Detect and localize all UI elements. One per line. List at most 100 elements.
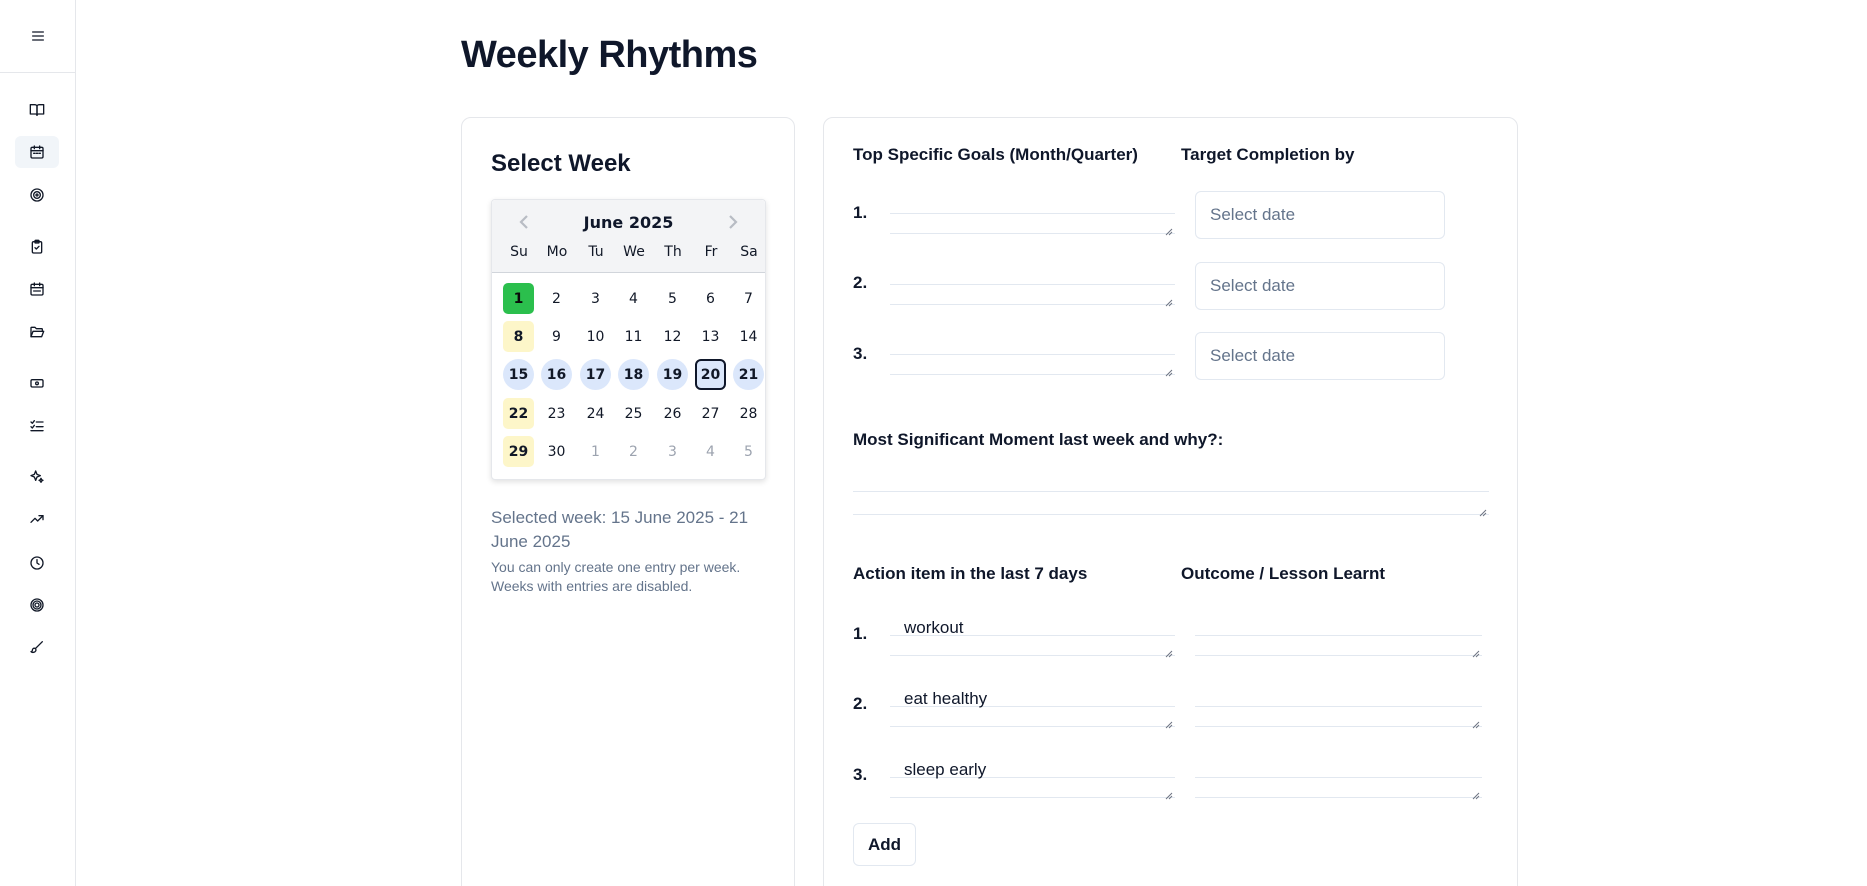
weekly-form-card: Top Specific Goals (Month/Quarter) Targe… xyxy=(823,117,1518,886)
outcome-textarea[interactable] xyxy=(1195,756,1482,800)
resize-grip-icon[interactable] xyxy=(1165,645,1173,658)
resize-grip-icon[interactable] xyxy=(1472,787,1480,800)
goal-textarea[interactable] xyxy=(890,263,1175,307)
sidebar-item-weekly-rhythms[interactable] xyxy=(15,136,59,168)
resize-grip-icon[interactable] xyxy=(1165,716,1173,729)
week-entry-note: You can only create one entry per week. … xyxy=(491,558,776,596)
action-items-label: Action item in the last 7 days xyxy=(853,564,1088,583)
sidebar-item-insights[interactable] xyxy=(15,461,59,493)
week-calendar: June 2025 Su Mo Tu We Th Fr Sa 1 2 3 4 5… xyxy=(491,199,766,480)
calendar-day[interactable]: 5 xyxy=(657,283,688,314)
sidebar-item-checklist[interactable] xyxy=(15,410,59,442)
resize-grip-icon[interactable] xyxy=(1472,716,1480,729)
calendar-day[interactable]: 28 xyxy=(733,398,764,429)
crosshair-icon xyxy=(30,598,44,612)
calendar-day-outside-month[interactable]: 3 xyxy=(657,436,688,467)
calendar-day[interactable]: 22 xyxy=(503,398,534,429)
calendar-day-outside-month[interactable]: 2 xyxy=(618,436,649,467)
calendar-day-selected-week[interactable]: 17 xyxy=(580,359,611,390)
resize-grip-icon[interactable] xyxy=(1165,787,1173,800)
goal-number: 3. xyxy=(853,344,868,363)
resize-grip-icon[interactable] xyxy=(1165,294,1173,307)
calendar-day[interactable]: 3 xyxy=(580,283,611,314)
calendar-day[interactable]: 6 xyxy=(695,283,726,314)
sidebar-item-focus[interactable] xyxy=(15,589,59,621)
calendar-day-outside-month[interactable]: 1 xyxy=(580,436,611,467)
book-open-icon xyxy=(29,104,45,116)
resize-grip-icon[interactable] xyxy=(1165,364,1173,377)
action-item-textarea[interactable]: eat healthy xyxy=(890,685,1175,729)
calendar-day[interactable]: 9 xyxy=(541,321,572,352)
sidebar-item-progress[interactable] xyxy=(15,503,59,535)
calendar-day-focused[interactable]: 20 xyxy=(695,359,726,390)
target-icon xyxy=(30,188,44,202)
sidebar-item-goals[interactable] xyxy=(15,179,59,211)
outcome-label: Outcome / Lesson Learnt xyxy=(1181,564,1386,583)
calendar-header: June 2025 Su Mo Tu We Th Fr Sa xyxy=(492,200,765,273)
sidebar-item-tasks[interactable] xyxy=(15,231,59,263)
calendar-day[interactable]: 29 xyxy=(503,436,534,467)
sidebar-item-files[interactable] xyxy=(15,316,59,348)
calendar-day-selected-week[interactable]: 16 xyxy=(541,359,572,390)
select-week-title: Select Week xyxy=(491,150,631,177)
calendar-day[interactable]: 8 xyxy=(503,321,534,352)
menu-toggle-button[interactable] xyxy=(0,0,75,73)
sidebar-item-journal[interactable] xyxy=(15,94,59,126)
resize-grip-icon[interactable] xyxy=(1479,504,1487,517)
resize-grip-icon[interactable] xyxy=(1472,645,1480,658)
sidebar-item-history[interactable] xyxy=(15,547,59,579)
calendar-day[interactable]: 26 xyxy=(657,398,688,429)
calendar-day[interactable]: 10 xyxy=(580,321,611,352)
action-number: 1. xyxy=(853,624,868,643)
page-title: Weekly Rhythms xyxy=(461,34,758,76)
weekday-label: Th xyxy=(664,244,682,260)
calendar-day[interactable]: 2 xyxy=(541,283,572,314)
goal-textarea[interactable] xyxy=(890,192,1175,236)
sidebar-item-finance[interactable] xyxy=(15,367,59,399)
weekday-label: Fr xyxy=(704,244,718,260)
calendar-day[interactable]: 13 xyxy=(695,321,726,352)
calendar-day-selected-week[interactable]: 15 xyxy=(503,359,534,390)
selected-week-text: Selected week: 15 June 2025 - 21 June 20… xyxy=(491,508,749,551)
action-item-textarea[interactable]: workout xyxy=(890,614,1175,658)
significant-moment-label: Most Significant Moment last week and wh… xyxy=(853,430,1224,449)
action-item-text: sleep early xyxy=(904,760,987,779)
goal-date-input[interactable]: Select date xyxy=(1195,262,1445,310)
calendar-day[interactable]: 1 xyxy=(503,283,534,314)
next-month-button[interactable] xyxy=(723,212,743,232)
calendar-day-selected-week[interactable]: 18 xyxy=(618,359,649,390)
calendar-icon xyxy=(30,145,44,159)
chevron-right-icon xyxy=(729,215,738,229)
calendar-day[interactable]: 25 xyxy=(618,398,649,429)
significant-moment-textarea[interactable] xyxy=(853,468,1489,517)
calendar-day[interactable]: 14 xyxy=(733,321,764,352)
calendar-day[interactable]: 27 xyxy=(695,398,726,429)
calendar-day-selected-week[interactable]: 19 xyxy=(657,359,688,390)
sidebar-item-creative[interactable] xyxy=(15,631,59,663)
weekday-label: Sa xyxy=(740,244,758,260)
calendar-day[interactable]: 11 xyxy=(618,321,649,352)
action-number: 3. xyxy=(853,765,868,784)
action-item-text: workout xyxy=(904,618,964,637)
calendar-day[interactable]: 7 xyxy=(733,283,764,314)
calendar-day-outside-month[interactable]: 5 xyxy=(733,436,764,467)
outcome-textarea[interactable] xyxy=(1195,614,1482,658)
outcome-textarea[interactable] xyxy=(1195,685,1482,729)
calendar-day[interactable]: 30 xyxy=(541,436,572,467)
goal-number: 2. xyxy=(853,273,868,292)
calendar-day[interactable]: 4 xyxy=(618,283,649,314)
goal-textarea[interactable] xyxy=(890,333,1175,377)
calendar-day-outside-month[interactable]: 4 xyxy=(695,436,726,467)
calendar-day-selected-week[interactable]: 21 xyxy=(733,359,764,390)
goal-date-input[interactable]: Select date xyxy=(1195,332,1445,380)
list-checks-icon xyxy=(30,420,44,432)
sidebar-item-schedule[interactable] xyxy=(15,273,59,305)
add-action-button[interactable]: Add xyxy=(853,823,916,866)
calendar-day[interactable]: 23 xyxy=(541,398,572,429)
goal-date-input[interactable]: Select date xyxy=(1195,191,1445,239)
resize-grip-icon[interactable] xyxy=(1165,223,1173,236)
calendar-day[interactable]: 12 xyxy=(657,321,688,352)
action-number: 2. xyxy=(853,694,868,713)
action-item-textarea[interactable]: sleep early xyxy=(890,756,1175,800)
calendar-day[interactable]: 24 xyxy=(580,398,611,429)
